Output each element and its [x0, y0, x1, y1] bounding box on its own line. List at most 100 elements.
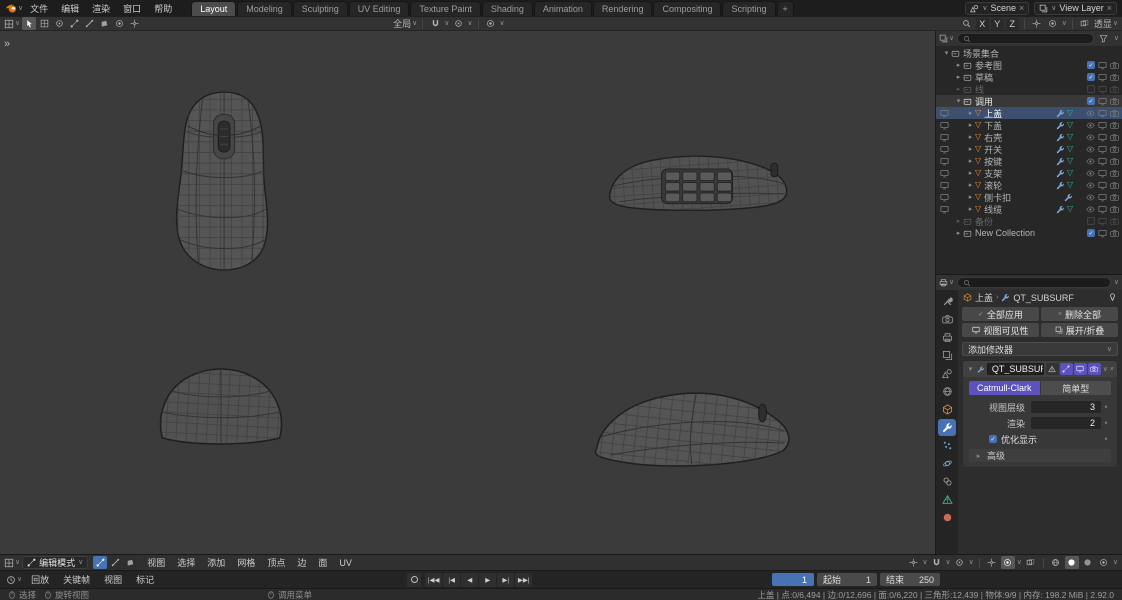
outliner-filter-icon[interactable] — [1097, 32, 1111, 45]
workspace-tab-shading[interactable]: Shading — [481, 1, 533, 16]
add-workspace-button[interactable]: + — [776, 1, 794, 16]
shading-wireframe-icon[interactable] — [1049, 556, 1063, 569]
outliner-object-row[interactable]: ▸ ▽ 侧卡扣 — [936, 191, 1122, 203]
disable-render-icon[interactable] — [1110, 193, 1119, 202]
simple-button[interactable]: 简单型 — [1040, 381, 1111, 395]
outliner-collection-row[interactable]: ▸ New Collection ✓ — [936, 227, 1122, 239]
workspace-tab-scripting[interactable]: Scripting — [722, 1, 776, 16]
shading-solid-icon[interactable] — [1064, 556, 1079, 569]
properties-tab-constraints[interactable] — [938, 473, 956, 490]
viewport-visibility-button[interactable]: 视图可见性 — [962, 323, 1039, 337]
disable-render-icon[interactable] — [1110, 217, 1119, 226]
render-levels-field[interactable]: 2 — [1031, 417, 1101, 429]
hide-eye-icon[interactable] — [1086, 181, 1095, 190]
disable-viewport-icon[interactable] — [1098, 205, 1107, 214]
optimal-display-checkbox[interactable]: ✓ — [989, 435, 997, 443]
render-toggle-icon[interactable] — [1087, 363, 1101, 375]
editor-type-button[interactable]: ∨ — [4, 17, 20, 30]
properties-options-chevron[interactable]: ∨ — [1114, 279, 1119, 286]
modifier-panel-header[interactable]: ▾ QT_SUBSURF ∨ × — [963, 361, 1117, 377]
hide-eye-icon[interactable] — [1086, 205, 1095, 214]
hide-eye-icon[interactable] — [1086, 157, 1095, 166]
transform-orientation-dropdown[interactable]: 全局 ∨ — [393, 17, 417, 30]
vertex-select-icon[interactable] — [67, 17, 81, 30]
properties-tab-scene[interactable] — [938, 365, 956, 382]
shading-material-icon[interactable] — [1081, 556, 1095, 569]
disable-viewport-icon[interactable] — [1098, 145, 1107, 154]
workspace-tab-modeling[interactable]: Modeling — [237, 1, 292, 16]
properties-tab-tool[interactable] — [938, 293, 956, 310]
outliner-object-row[interactable]: ▸ ▽ 下盖 ▽ — [936, 119, 1122, 131]
pivot-chevron[interactable]: ∨ — [922, 559, 927, 566]
outliner-object-row[interactable]: ▸ ▽ 线缆 ▽ — [936, 203, 1122, 215]
outliner-collection-row[interactable]: ▸ 参考图 ✓ — [936, 59, 1122, 71]
properties-tab-modifiers[interactable] — [938, 419, 956, 436]
auto-keyframe-button[interactable] — [407, 572, 422, 587]
scene-selector[interactable]: ∨ Scene × — [965, 1, 1030, 15]
collection-exclude-checkbox[interactable] — [1087, 217, 1095, 225]
overlays-chevron[interactable]: ∨ — [1062, 20, 1067, 27]
play-button[interactable]: ▶ — [479, 572, 497, 587]
xray-icon[interactable] — [1024, 556, 1038, 569]
mirror-x-toggle[interactable]: X — [975, 17, 989, 30]
properties-tab-material[interactable] — [938, 509, 956, 526]
hide-eye-icon[interactable] — [1086, 133, 1095, 142]
menu-window[interactable]: 窗口 — [117, 1, 147, 16]
mode-dropdown[interactable]: 编辑模式 ∨ — [22, 556, 89, 569]
mirror-y-toggle[interactable]: Y — [990, 17, 1004, 30]
editor-type-button[interactable]: ∨ — [4, 556, 20, 569]
outliner-scene-collection-row[interactable]: ▾ 场景集合 — [936, 47, 1122, 59]
decorator-dot[interactable]: • — [1101, 418, 1111, 428]
scene-browse-chevron[interactable]: ∨ — [982, 5, 987, 12]
outliner-object-row[interactable]: ▸ ▽ 按键 ▽ — [936, 155, 1122, 167]
menu-uv[interactable]: UV — [334, 558, 357, 568]
outliner-search-input[interactable] — [957, 33, 1094, 44]
current-frame-field[interactable]: 1 — [772, 573, 814, 586]
outliner-collection-row[interactable]: ▸ 草稿 ✓ — [936, 71, 1122, 83]
properties-tab-output[interactable] — [938, 329, 956, 346]
workspace-tab-uvediting[interactable]: UV Editing — [348, 1, 410, 16]
menu-keying[interactable]: 关键帧 — [58, 573, 95, 586]
proportional-edit-icon[interactable] — [451, 17, 465, 30]
properties-tab-render[interactable] — [938, 311, 956, 328]
snap-magnet-icon[interactable] — [930, 556, 944, 569]
workspace-tab-layout[interactable]: Layout — [191, 1, 237, 16]
menu-add[interactable]: 添加 — [202, 556, 230, 569]
hide-eye-icon[interactable] — [1086, 145, 1095, 154]
workspace-tab-texturepaint[interactable]: Texture Paint — [410, 1, 481, 16]
shading-chevron[interactable]: ∨ — [1113, 559, 1118, 566]
menu-playback[interactable]: 回放 — [26, 573, 54, 586]
disable-viewport-icon[interactable] — [1098, 181, 1107, 190]
viewport-3d[interactable]: » — [0, 31, 936, 554]
collection-exclude-checkbox[interactable]: ✓ — [1087, 73, 1095, 81]
jump-to-end-button[interactable]: ▶▶| — [515, 572, 533, 587]
snap-magnet-icon[interactable] — [428, 17, 442, 30]
menu-mesh[interactable]: 网格 — [232, 556, 260, 569]
frame-start-field[interactable]: 起始 1 — [817, 573, 877, 586]
properties-tab-physics[interactable] — [938, 455, 956, 472]
disable-render-icon[interactable] — [1110, 133, 1119, 142]
delete-all-button[interactable]: × 删除全部 — [1041, 307, 1118, 321]
collection-exclude-checkbox[interactable]: ✓ — [1087, 229, 1095, 237]
modifier-delete-icon[interactable]: × — [1110, 366, 1114, 373]
menu-face[interactable]: 面 — [313, 556, 332, 569]
disable-viewport-icon[interactable] — [1098, 61, 1107, 70]
outliner-object-row[interactable]: ▸ ▽ 支架 ▽ — [936, 167, 1122, 179]
menu-render[interactable]: 渲染 — [86, 1, 116, 16]
edge-select-mode-icon[interactable] — [108, 556, 123, 569]
hide-eye-icon[interactable] — [1086, 193, 1095, 202]
xray-icon[interactable] — [1078, 17, 1092, 30]
disable-viewport-icon[interactable] — [1098, 193, 1107, 202]
disable-render-icon[interactable] — [1110, 109, 1119, 118]
overlay-toggle-icon[interactable] — [112, 17, 126, 30]
decorator-dot[interactable]: • — [1101, 434, 1111, 444]
previous-keyframe-button[interactable]: |◀ — [443, 572, 461, 587]
properties-tab-particles[interactable] — [938, 437, 956, 454]
disable-viewport-icon[interactable] — [1098, 229, 1107, 238]
show-gizmo-icon[interactable] — [1030, 17, 1044, 30]
menu-help[interactable]: 帮助 — [148, 1, 178, 16]
mirror-z-toggle[interactable]: Z — [1005, 17, 1019, 30]
menu-file[interactable]: 文件 — [24, 1, 54, 16]
properties-tab-world[interactable] — [938, 383, 956, 400]
breadcrumb-object[interactable]: 上盖 — [975, 291, 993, 304]
